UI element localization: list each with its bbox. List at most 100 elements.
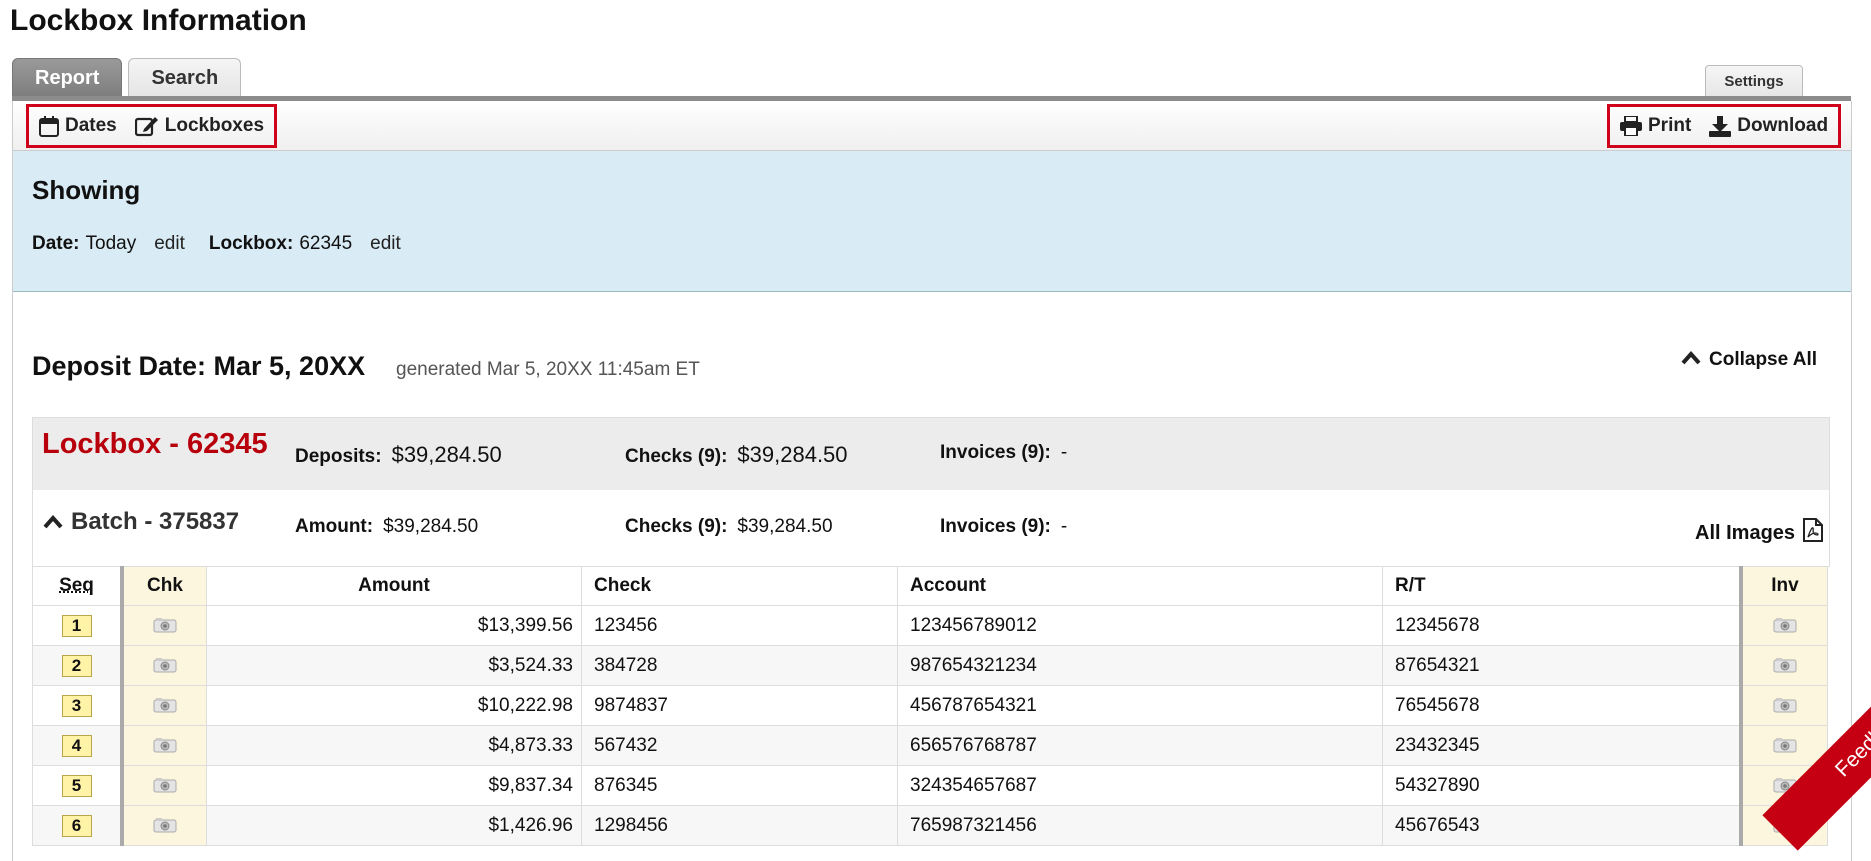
batch-toggle[interactable]: Batch - 375837 bbox=[43, 508, 239, 536]
camera-icon[interactable] bbox=[153, 775, 177, 796]
lockboxes-button[interactable]: Lockboxes bbox=[134, 115, 265, 137]
amount-header: Amount bbox=[206, 566, 582, 606]
table-row: 2 $3,524.33 384728 987654321234 87654321 bbox=[32, 645, 1828, 686]
lockbox-title: Lockbox - 62345 bbox=[42, 428, 268, 460]
check-image-cell bbox=[120, 605, 207, 646]
tab-bar: Report Search bbox=[12, 58, 242, 97]
deposits-value: $39,284.50 bbox=[391, 442, 502, 467]
account-header: Account bbox=[897, 566, 1383, 606]
lockboxes-label: Lockboxes bbox=[164, 115, 265, 136]
invoices-value: - bbox=[1060, 516, 1068, 537]
output-tools: Print Download bbox=[1607, 104, 1842, 148]
lockbox-summary: Lockbox - 62345 Deposits: $39,284.50 Che… bbox=[32, 417, 1830, 491]
seq-badge[interactable]: 5 bbox=[61, 774, 92, 797]
download-label: Download bbox=[1737, 115, 1829, 136]
seq-cell: 5 bbox=[32, 765, 123, 806]
camera-icon[interactable] bbox=[153, 655, 177, 676]
seq-cell: 1 bbox=[32, 605, 123, 646]
report-panel: Dates Lockboxes Print Download Showing D… bbox=[12, 101, 1852, 861]
camera-icon[interactable] bbox=[1773, 655, 1797, 676]
showing-panel: Showing Date: Today edit Lockbox: 62345 … bbox=[13, 151, 1851, 292]
table-row: 1 $13,399.56 123456 123456789012 12345678 bbox=[32, 605, 1828, 646]
check-image-cell bbox=[120, 765, 207, 806]
date-label: Date: bbox=[32, 233, 80, 254]
checks-value: $39,284.50 bbox=[737, 442, 848, 467]
toolbar: Dates Lockboxes Print Download bbox=[13, 101, 1851, 151]
collapse-all-label: Collapse All bbox=[1709, 349, 1818, 370]
lockbox-invoices-stat: Invoices (9): - bbox=[940, 442, 1067, 464]
all-images-label: All Images bbox=[1695, 521, 1796, 544]
table-row: 6 $1,426.96 1298456 765987321456 45676543 bbox=[32, 805, 1828, 846]
camera-icon[interactable] bbox=[153, 695, 177, 716]
print-button[interactable]: Print bbox=[1620, 115, 1691, 137]
camera-icon[interactable] bbox=[1773, 735, 1797, 756]
pdf-icon bbox=[1803, 518, 1824, 548]
batch-checks-stat: Checks (9): $39,284.50 bbox=[625, 516, 833, 538]
print-icon bbox=[1620, 116, 1642, 136]
check-cell: 567432 bbox=[581, 725, 898, 766]
table-row: 5 $9,837.34 876345 324354657687 54327890 bbox=[32, 765, 1828, 806]
seq-badge[interactable]: 6 bbox=[61, 814, 92, 837]
amount-label: Amount: bbox=[295, 516, 374, 537]
camera-icon[interactable] bbox=[153, 815, 177, 836]
collapse-all-button[interactable]: Collapse All bbox=[1681, 349, 1817, 371]
camera-icon[interactable] bbox=[153, 615, 177, 636]
seq-header[interactable]: Seq bbox=[32, 566, 123, 606]
camera-icon[interactable] bbox=[153, 735, 177, 756]
deposits-stat: Deposits: $39,284.50 bbox=[295, 442, 502, 468]
seq-badge[interactable]: 2 bbox=[61, 654, 92, 677]
amount-cell: $10,222.98 bbox=[206, 685, 582, 726]
batch-amount-stat: Amount: $39,284.50 bbox=[295, 516, 478, 538]
account-cell: 456787654321 bbox=[897, 685, 1383, 726]
rt-cell: 23432345 bbox=[1382, 725, 1743, 766]
page-title: Lockbox Information bbox=[10, 4, 307, 37]
camera-icon[interactable] bbox=[1773, 615, 1797, 636]
check-cell: 1298456 bbox=[581, 805, 898, 846]
check-image-cell bbox=[120, 805, 207, 846]
edit-date-link[interactable]: edit bbox=[154, 233, 185, 255]
invoice-image-cell bbox=[1740, 605, 1828, 646]
generated-timestamp: generated Mar 5, 20XX 11:45am ET bbox=[396, 359, 700, 380]
invoice-image-cell bbox=[1740, 645, 1828, 686]
seq-cell: 6 bbox=[32, 805, 123, 846]
rt-cell: 54327890 bbox=[1382, 765, 1743, 806]
seq-badge[interactable]: 4 bbox=[61, 734, 92, 757]
account-cell: 656576768787 bbox=[897, 725, 1383, 766]
invoice-image-cell bbox=[1740, 725, 1828, 766]
chevron-up-icon bbox=[43, 508, 63, 536]
seq-badge[interactable]: 3 bbox=[61, 694, 92, 717]
all-images-button[interactable]: All Images bbox=[1695, 518, 1824, 548]
amount-cell: $3,524.33 bbox=[206, 645, 582, 686]
check-cell: 384728 bbox=[581, 645, 898, 686]
tab-search[interactable]: Search bbox=[128, 58, 242, 97]
deposit-date-heading: Deposit Date: Mar 5, 20XX bbox=[32, 351, 366, 381]
showing-filters: Date: Today edit Lockbox: 62345 edit bbox=[32, 233, 425, 255]
batch-summary: Batch - 375837 Amount: $39,284.50 Checks… bbox=[32, 490, 1830, 567]
checks-label: Checks (9): bbox=[625, 516, 728, 537]
download-button[interactable]: Download bbox=[1709, 115, 1828, 137]
amount-cell: $4,873.33 bbox=[206, 725, 582, 766]
invoices-value: - bbox=[1060, 442, 1068, 463]
check-image-cell bbox=[120, 725, 207, 766]
tab-report[interactable]: Report bbox=[12, 58, 123, 97]
seq-badge[interactable]: 1 bbox=[61, 614, 92, 637]
camera-icon[interactable] bbox=[1773, 695, 1797, 716]
table-header-row: Seq Chk Amount Check Account R/T Inv bbox=[32, 566, 1828, 606]
edit-lockbox-link[interactable]: edit bbox=[370, 233, 401, 255]
deposits-label: Deposits: bbox=[295, 446, 382, 467]
amount-cell: $1,426.96 bbox=[206, 805, 582, 846]
batch-title: Batch - 375837 bbox=[71, 508, 240, 535]
check-cell: 876345 bbox=[581, 765, 898, 806]
seq-cell: 3 bbox=[32, 685, 123, 726]
rt-cell: 87654321 bbox=[1382, 645, 1743, 686]
seq-cell: 4 bbox=[32, 725, 123, 766]
inv-header: Inv bbox=[1740, 566, 1828, 606]
dates-button[interactable]: Dates bbox=[39, 115, 117, 137]
account-cell: 123456789012 bbox=[897, 605, 1383, 646]
check-image-cell bbox=[120, 645, 207, 686]
settings-tab[interactable]: Settings bbox=[1705, 65, 1803, 96]
amount-value: $39,284.50 bbox=[383, 516, 479, 537]
check-header: Check bbox=[581, 566, 898, 606]
chk-header: Chk bbox=[120, 566, 207, 606]
edit-icon bbox=[134, 115, 159, 137]
